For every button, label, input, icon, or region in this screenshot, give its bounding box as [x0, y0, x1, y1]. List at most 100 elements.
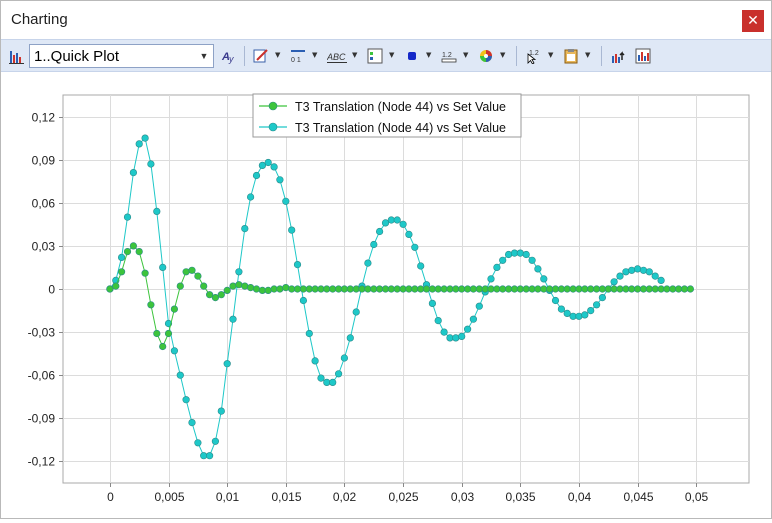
svg-text:1.2: 1.2 — [442, 52, 452, 59]
data-point — [188, 419, 196, 427]
charting-window: Charting ✕ 1..Quick Plot ▼ A y ▼ 0 1 ▼ A… — [0, 0, 772, 519]
data-point — [211, 294, 219, 302]
data-point — [587, 307, 595, 315]
x-tick-label: 0,01 — [216, 490, 240, 504]
data-point — [633, 265, 642, 273]
data-point — [299, 296, 308, 305]
data-point — [135, 140, 143, 148]
data-point — [317, 374, 325, 382]
chart-settings-icon[interactable] — [635, 48, 651, 64]
data-point — [129, 168, 137, 177]
data-point — [170, 305, 178, 313]
data-point — [194, 272, 202, 280]
data-point — [223, 286, 231, 294]
plot-select[interactable]: 1..Quick Plot ▼ — [29, 44, 214, 68]
data-point — [223, 360, 231, 368]
data-point — [475, 302, 483, 310]
data-point — [235, 281, 243, 289]
marker-style-icon[interactable] — [404, 48, 420, 64]
clipboard-icon[interactable] — [563, 48, 579, 64]
data-point — [651, 272, 659, 280]
data-point — [528, 256, 536, 264]
window-title: Charting — [11, 11, 68, 28]
chevron-down-icon[interactable]: ▼ — [352, 51, 357, 59]
data-point — [657, 276, 665, 284]
y-tick-label: 0,09 — [32, 154, 56, 168]
data-point — [557, 305, 566, 313]
y-tick-label: 0 — [48, 283, 55, 297]
data-point — [282, 197, 290, 205]
data-point — [563, 309, 571, 317]
color-palette-icon[interactable] — [478, 48, 494, 64]
data-point — [229, 315, 237, 323]
chevron-down-icon[interactable]: ▼ — [312, 51, 317, 59]
data-point — [411, 243, 419, 251]
title-bar: Charting ✕ — [1, 1, 771, 39]
font-style-icon[interactable]: A y — [221, 48, 237, 64]
chevron-down-icon[interactable]: ▼ — [275, 51, 280, 59]
data-point — [117, 253, 126, 261]
chevron-down-icon[interactable]: ▼ — [426, 51, 431, 59]
chevron-down-icon[interactable]: ▼ — [585, 51, 590, 59]
data-point — [311, 357, 319, 365]
chevron-down-icon[interactable]: ▼ — [548, 51, 553, 59]
data-point — [217, 407, 225, 415]
data-point — [235, 268, 243, 276]
y-tick-label: -0,06 — [28, 369, 56, 383]
data-point — [276, 285, 284, 293]
y-tick-label: 0,03 — [32, 240, 56, 254]
toolbar-separator — [516, 46, 517, 66]
x-tick-label: 0,015 — [271, 490, 301, 504]
data-point — [153, 207, 161, 215]
data-point — [493, 263, 501, 271]
data-point — [551, 296, 560, 305]
svg-text:y: y — [228, 54, 234, 64]
data-cursor-icon[interactable]: 1.2 — [526, 48, 542, 64]
data-point — [276, 176, 284, 184]
data-point — [264, 286, 272, 294]
chevron-down-icon[interactable]: ▼ — [197, 47, 211, 65]
data-point — [364, 259, 372, 267]
y-tick-label: -0,03 — [28, 326, 56, 340]
data-point — [147, 160, 155, 168]
number-format-icon[interactable]: 1.2 — [441, 48, 457, 64]
abc-labels-icon[interactable]: ABC — [327, 48, 349, 64]
data-point — [405, 230, 413, 238]
legend-label: T3 Translation (Node 44) vs Set Value — [295, 100, 506, 114]
data-point — [206, 452, 214, 460]
y-tick-label: 0,06 — [32, 197, 56, 211]
toolbar-separator — [244, 46, 245, 66]
line-chart: 0 0,005 0,01 0,015 0,02 0,025 0,03 0,035 0,04 0,0… — [28, 93, 750, 504]
axis-format-icon[interactable]: 0 1 — [290, 48, 306, 64]
data-point — [123, 213, 132, 221]
data-point — [522, 250, 530, 259]
edit-series-icon[interactable] — [253, 48, 269, 64]
bar-chart-icon[interactable] — [9, 48, 25, 64]
data-point — [200, 282, 208, 290]
x-tick-label: 0,03 — [451, 490, 475, 504]
data-point — [164, 329, 173, 338]
data-point — [252, 285, 261, 293]
data-point — [540, 275, 548, 283]
export-icon[interactable] — [611, 48, 627, 64]
data-point — [581, 311, 589, 319]
data-point — [241, 225, 249, 233]
data-point — [370, 240, 378, 249]
x-tick-label: 0,05 — [685, 490, 709, 504]
data-point — [434, 317, 442, 325]
chevron-down-icon[interactable]: ▼ — [463, 51, 468, 59]
data-point — [117, 268, 126, 276]
data-point — [176, 282, 184, 290]
chevron-down-icon[interactable]: ▼ — [389, 51, 394, 59]
plot-select-value: 1..Quick Plot — [34, 48, 120, 65]
legend-icon[interactable] — [367, 48, 383, 64]
data-point — [112, 282, 120, 290]
data-point — [505, 250, 513, 259]
chevron-down-icon[interactable]: ▼ — [500, 51, 505, 59]
data-point — [159, 263, 167, 271]
data-point — [153, 329, 161, 338]
data-point — [217, 291, 225, 299]
data-point — [575, 312, 583, 320]
close-button[interactable]: ✕ — [742, 10, 764, 32]
x-tick-label: 0 — [107, 490, 114, 504]
